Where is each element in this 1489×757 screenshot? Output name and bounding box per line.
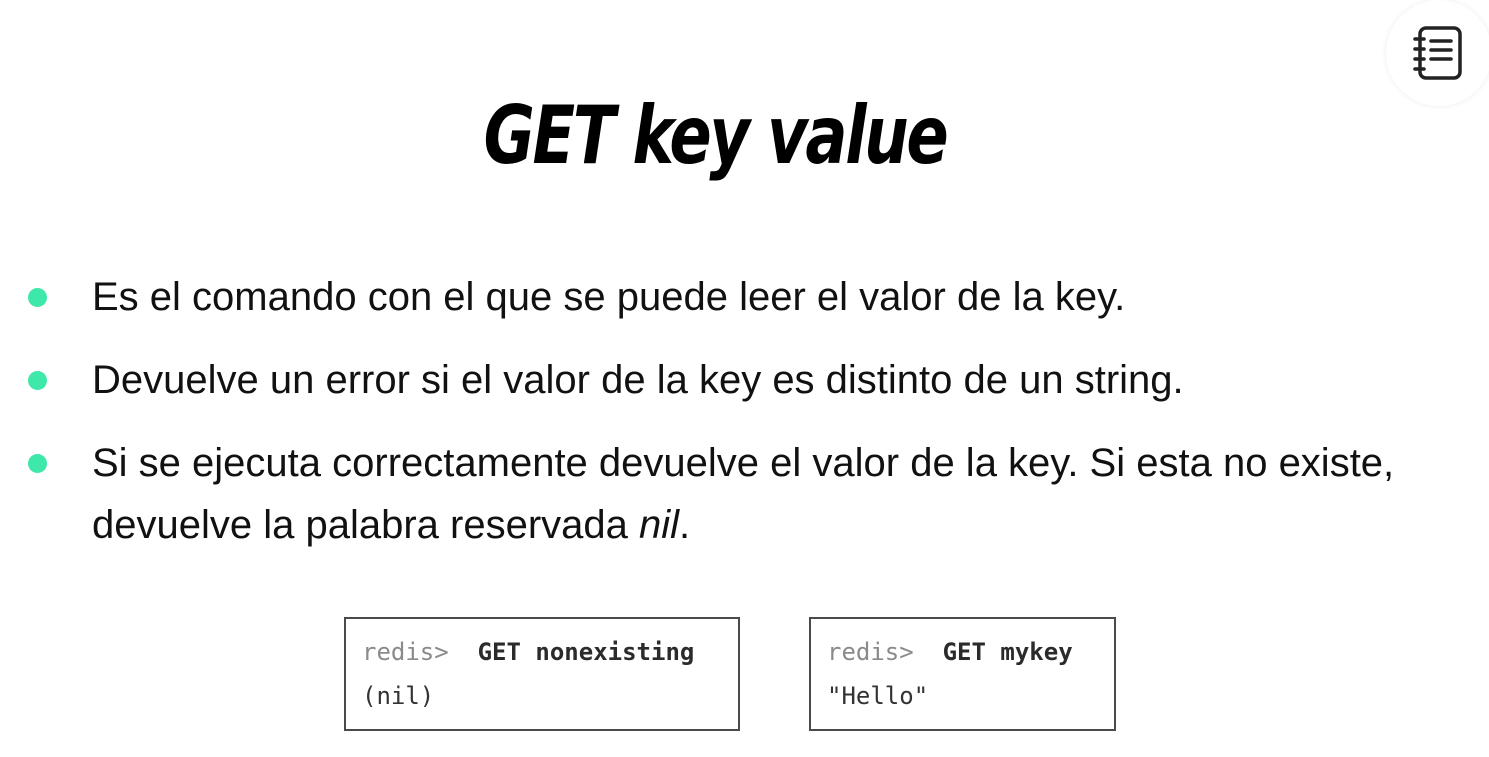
code-command-line: redis> GET nonexisting xyxy=(362,635,738,679)
bullet-dot xyxy=(28,454,47,473)
redis-prompt: redis> xyxy=(827,638,914,666)
redis-command: GET mykey xyxy=(942,638,1073,666)
bullet-text-part: Si se ejecuta correctamente devuelve el … xyxy=(92,441,1395,547)
bullet-dot xyxy=(28,371,47,390)
bullet-text: Devuelve un error si el valor de la key … xyxy=(92,358,1184,402)
code-output: (nil) xyxy=(362,682,435,710)
bullet-text: Si se ejecuta correctamente devuelve el … xyxy=(92,441,1394,547)
nil-keyword: nil xyxy=(639,503,680,547)
bullet-dot xyxy=(28,288,47,307)
code-example-nonexisting: redis> GET nonexisting (nil) xyxy=(344,617,740,731)
bullet-item: Es el comando con el que se puede leer e… xyxy=(0,266,1400,328)
bullet-item: Devuelve un error si el valor de la key … xyxy=(0,349,1400,411)
code-output: "Hello" xyxy=(827,682,929,710)
bullet-item: Si se ejecuta correctamente devuelve el … xyxy=(0,432,1400,556)
bullet-text-end: . xyxy=(679,503,691,547)
notebook-icon xyxy=(1413,26,1462,80)
speaker-notes-button[interactable] xyxy=(1386,0,1489,106)
redis-command: GET nonexisting xyxy=(477,638,695,666)
bullet-text: Es el comando con el que se puede leer e… xyxy=(92,275,1126,319)
bullet-list: Es el comando con el que se puede leer e… xyxy=(0,266,1400,577)
code-example-mykey: redis> GET mykey "Hello" xyxy=(809,617,1116,731)
code-command-line: redis> GET mykey xyxy=(827,635,1114,679)
redis-prompt: redis> xyxy=(362,638,449,666)
slide-title: GET key value xyxy=(483,88,949,182)
